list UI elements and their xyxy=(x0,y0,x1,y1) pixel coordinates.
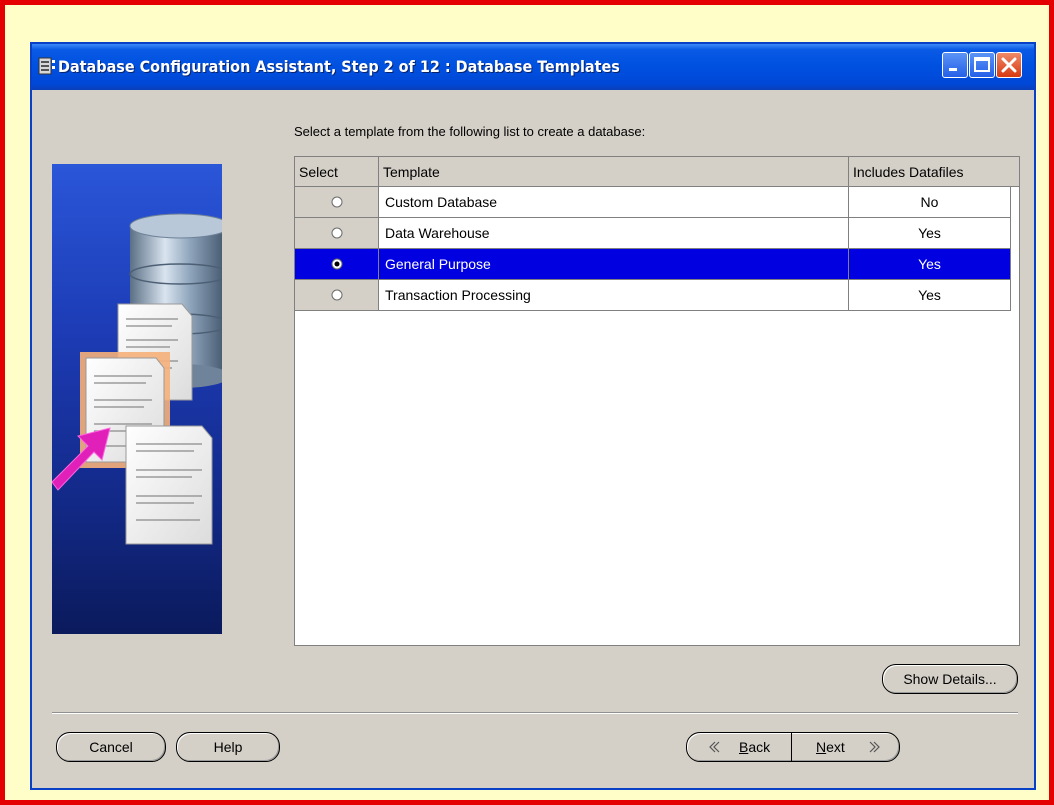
cancel-button[interactable]: Cancel xyxy=(56,732,166,762)
maximize-icon xyxy=(974,57,990,72)
select-cell[interactable] xyxy=(295,280,379,311)
column-header-select[interactable]: Select xyxy=(295,157,379,187)
includes-datafiles-cell[interactable]: Yes xyxy=(849,218,1011,249)
radio-button-icon[interactable] xyxy=(331,289,343,301)
close-button[interactable] xyxy=(996,52,1022,78)
radio-button-selected-icon[interactable] xyxy=(331,258,343,270)
select-cell[interactable] xyxy=(295,249,379,280)
chevron-left-icon xyxy=(709,741,720,753)
column-header-template[interactable]: Template xyxy=(379,157,849,187)
template-name-cell[interactable]: General Purpose xyxy=(379,249,849,280)
table-header: Select Template Includes Datafiles xyxy=(295,157,1019,187)
help-button[interactable]: Help xyxy=(176,732,280,762)
select-cell[interactable] xyxy=(295,187,379,218)
table-row-transaction-processing[interactable]: Transaction Processing Yes xyxy=(295,280,1011,311)
table-row-data-warehouse[interactable]: Data Warehouse Yes xyxy=(295,218,1011,249)
navigation-button-group: Back Next xyxy=(686,732,900,762)
maximize-button[interactable] xyxy=(969,52,995,78)
title-bar[interactable]: Database Configuration Assistant, Step 2… xyxy=(32,44,1034,90)
database-cylinder-illustration xyxy=(52,213,222,545)
includes-datafiles-cell[interactable]: Yes xyxy=(849,280,1011,311)
close-icon xyxy=(1001,57,1017,73)
instruction-text: Select a template from the following lis… xyxy=(294,124,646,139)
next-button[interactable]: Next xyxy=(792,733,899,761)
back-button[interactable]: Back xyxy=(687,733,791,761)
footer-divider xyxy=(52,712,1018,714)
database-illustration xyxy=(52,164,222,634)
database-app-icon xyxy=(38,57,55,75)
includes-datafiles-cell[interactable]: No xyxy=(849,187,1011,218)
window-title: Database Configuration Assistant, Step 2… xyxy=(58,57,620,76)
show-details-button[interactable]: Show Details... xyxy=(882,664,1018,694)
next-label: Next xyxy=(816,739,845,755)
column-header-includes-datafiles[interactable]: Includes Datafiles xyxy=(849,157,1019,187)
back-label: Back xyxy=(739,739,771,755)
template-name-cell[interactable]: Transaction Processing xyxy=(379,280,849,311)
template-name-cell[interactable]: Data Warehouse xyxy=(379,218,849,249)
template-table: Select Template Includes Datafiles Custo… xyxy=(294,156,1020,646)
table-row-general-purpose[interactable]: General Purpose Yes xyxy=(295,249,1011,280)
template-name-cell[interactable]: Custom Database xyxy=(379,187,849,218)
minimize-button[interactable] xyxy=(942,52,968,78)
radio-button-icon[interactable] xyxy=(331,227,343,239)
radio-button-icon[interactable] xyxy=(331,196,343,208)
chevron-right-icon xyxy=(869,741,880,753)
table-row-custom-database[interactable]: Custom Database No xyxy=(295,187,1011,218)
dialog-window: Database Configuration Assistant, Step 2… xyxy=(30,42,1036,790)
minimize-icon xyxy=(949,68,957,71)
includes-datafiles-cell[interactable]: Yes xyxy=(849,249,1011,280)
select-cell[interactable] xyxy=(295,218,379,249)
